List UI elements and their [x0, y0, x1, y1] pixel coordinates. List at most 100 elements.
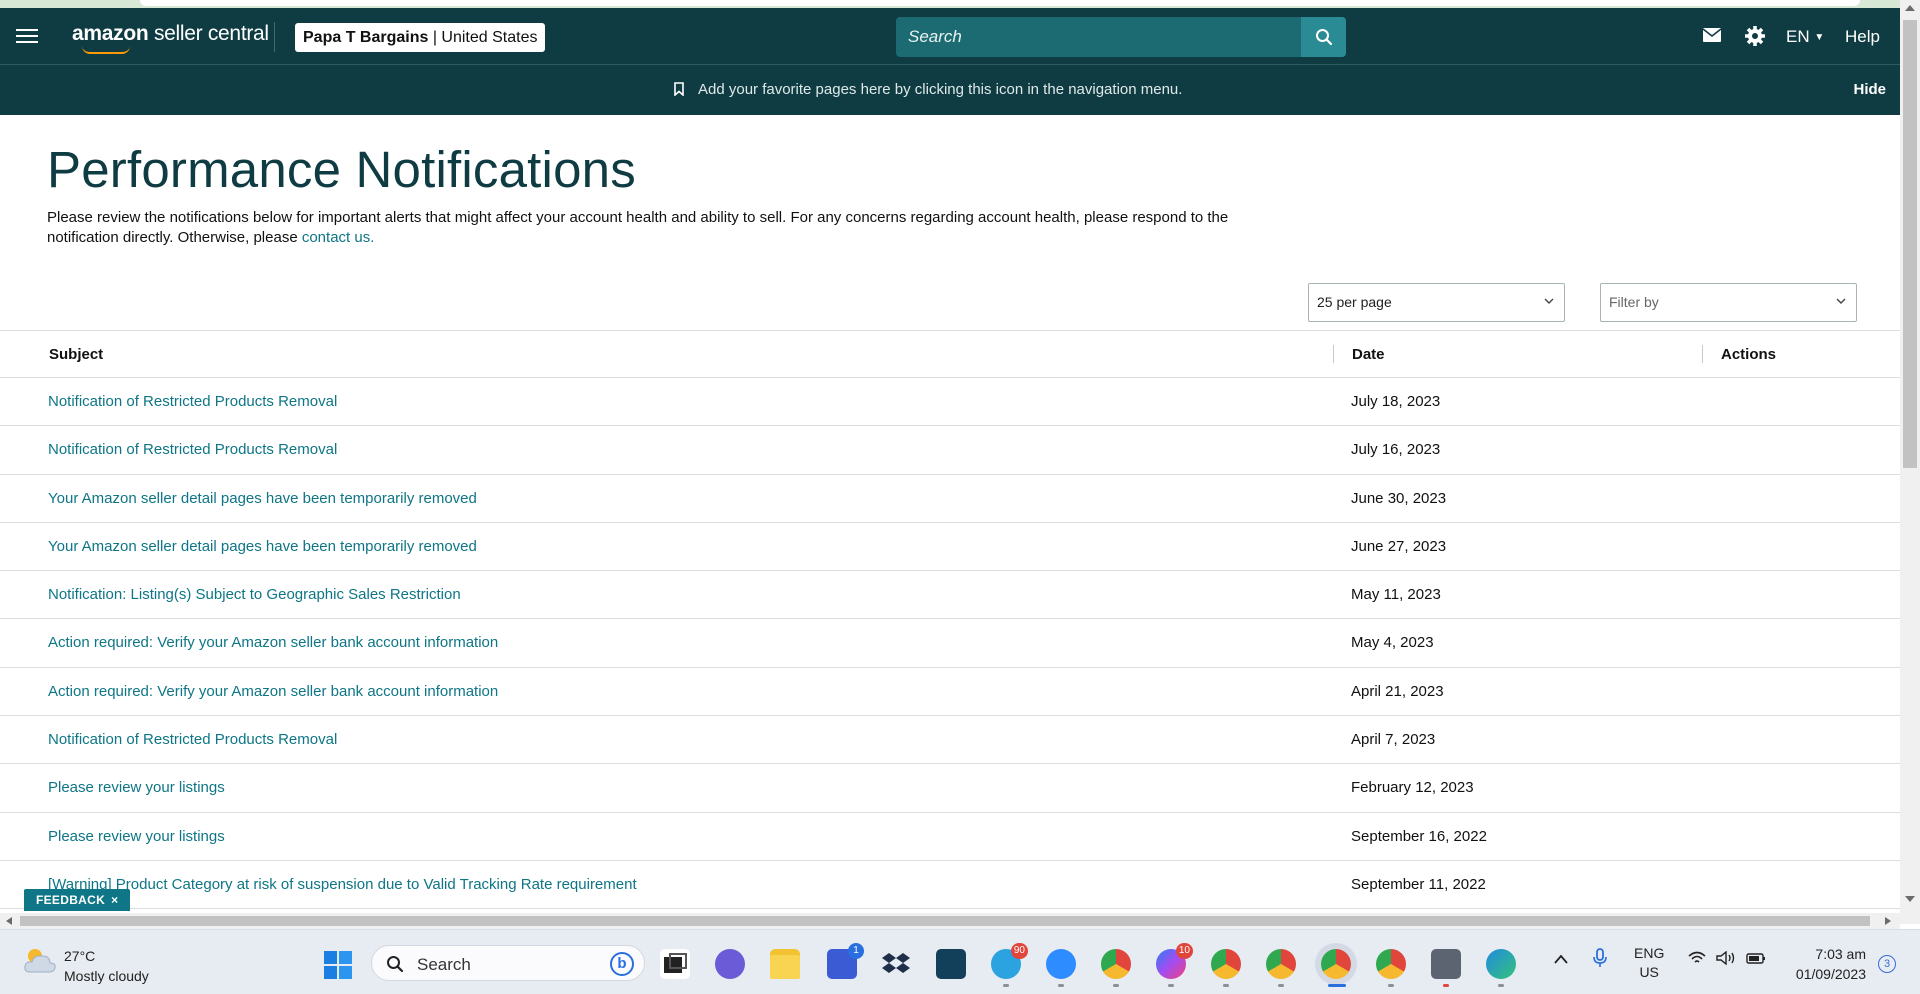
search-button[interactable]: [1301, 17, 1346, 57]
store-separator: |: [428, 29, 442, 46]
notification-subject-link[interactable]: Please review your listings: [48, 828, 225, 845]
volume-icon[interactable]: [1716, 950, 1736, 970]
input-language[interactable]: ENG US: [1634, 944, 1664, 982]
bookmark-icon: [674, 82, 684, 96]
vertical-scroll-thumb[interactable]: [1903, 20, 1917, 468]
logo-product: seller central: [153, 22, 269, 45]
notification-date: May 11, 2023: [1351, 586, 1441, 604]
menu-icon[interactable]: [16, 26, 38, 46]
column-divider: [1333, 345, 1334, 363]
filter-select[interactable]: Filter by: [1600, 283, 1857, 322]
microsoft-store-icon[interactable]: 1: [827, 943, 864, 979]
feedback-label: FEEDBACK: [36, 893, 106, 907]
page-title: Performance Notifications: [47, 141, 636, 198]
horizontal-scrollbar[interactable]: [0, 913, 1900, 929]
running-indicator: [1388, 984, 1394, 987]
microphone-icon[interactable]: [1593, 948, 1607, 973]
notification-date: September 16, 2022: [1351, 827, 1487, 845]
mail-icon[interactable]: [1702, 27, 1722, 47]
column-header-date[interactable]: Date: [1352, 346, 1385, 363]
teams-chat-icon[interactable]: [715, 949, 745, 979]
zoom-icon[interactable]: [1046, 949, 1076, 979]
notification-center-badge[interactable]: 3: [1878, 955, 1896, 973]
per-page-select[interactable]: 25 per page: [1308, 283, 1565, 322]
taskbar-search[interactable]: Search b: [371, 945, 645, 981]
lang-top: ENG: [1634, 945, 1665, 961]
notification-date: June 27, 2023: [1351, 537, 1447, 555]
scroll-left-arrow-icon[interactable]: [6, 917, 12, 925]
vertical-scrollbar[interactable]: [1900, 0, 1920, 924]
scroll-right-arrow-icon[interactable]: [1885, 917, 1891, 925]
settings-gear-icon[interactable]: [1744, 25, 1766, 46]
notification-date: April 21, 2023: [1351, 682, 1444, 700]
notification-subject-link[interactable]: Please review your listings: [48, 779, 225, 796]
notification-subject-link[interactable]: Your Amazon seller detail pages have bee…: [48, 490, 477, 507]
language-selector[interactable]: EN ▼: [1786, 27, 1824, 47]
chrome-active-icon[interactable]: [1321, 949, 1351, 979]
close-icon[interactable]: ×: [111, 893, 118, 907]
contact-us-link[interactable]: contact us.: [302, 229, 375, 246]
table-row: Notification of Restricted Products Remo…: [0, 378, 1900, 427]
notification-subject-link[interactable]: Notification of Restricted Products Remo…: [48, 731, 337, 748]
windows-start-icon[interactable]: [323, 950, 353, 980]
active-indicator: [1328, 984, 1346, 987]
table-row: Notification of Restricted Products Remo…: [0, 716, 1900, 765]
scroll-down-arrow-icon[interactable]: [1905, 896, 1915, 902]
system-clock[interactable]: 7:03 am 01/09/2023: [1782, 944, 1866, 984]
store-badge: 1: [848, 943, 864, 959]
weather-condition: Mostly cloudy: [64, 968, 149, 984]
search-icon: [387, 956, 404, 973]
running-indicator: [1278, 984, 1284, 987]
notification-date: June 30, 2023: [1351, 489, 1447, 507]
filter-placeholder: Filter by: [1609, 294, 1659, 310]
wifi-icon[interactable]: [1688, 951, 1706, 970]
file-explorer-icon[interactable]: [770, 949, 800, 979]
lang-bottom: US: [1639, 964, 1659, 980]
calculator-icon[interactable]: [1431, 949, 1461, 979]
telegram-icon[interactable]: 90: [991, 943, 1028, 979]
windows-taskbar: 27°C Mostly cloudy Search b 1 90 10 ENG US…: [0, 929, 1920, 994]
notification-subject-link[interactable]: Notification: Listing(s) Subject to Geog…: [48, 586, 461, 603]
clock-time: 7:03 am: [1815, 946, 1866, 962]
search-input[interactable]: [896, 17, 1301, 57]
table-row: [Warning] Product Category at risk of su…: [0, 861, 1900, 910]
notification-subject-link[interactable]: [Warning] Product Category at risk of su…: [48, 876, 637, 893]
dropbox-icon[interactable]: [881, 949, 911, 979]
notification-subject-link[interactable]: Notification of Restricted Products Remo…: [48, 441, 337, 458]
feedback-button[interactable]: FEEDBACK ×: [24, 889, 131, 911]
app-icon[interactable]: [936, 949, 966, 979]
notification-subject-link[interactable]: Action required: Verify your Amazon sell…: [48, 683, 498, 700]
per-page-value: 25 per page: [1317, 294, 1392, 310]
chevron-down-icon: ▼: [1814, 32, 1825, 43]
store-switcher[interactable]: Papa T Bargains | United States: [295, 23, 546, 52]
chrome-icon[interactable]: [1101, 949, 1131, 979]
chrome-profile-icon[interactable]: [1211, 949, 1241, 979]
column-header-actions: Actions: [1721, 346, 1777, 363]
table-row: Notification of Restricted Products Remo…: [0, 426, 1900, 475]
chevron-up-icon[interactable]: [1554, 950, 1568, 969]
chrome-profile-icon[interactable]: [1266, 949, 1296, 979]
help-link[interactable]: Help: [1845, 27, 1880, 47]
hide-banner-button[interactable]: Hide: [1853, 81, 1886, 98]
bing-icon[interactable]: b: [610, 952, 634, 976]
chrome-profile-icon[interactable]: [1376, 949, 1406, 979]
weather-widget[interactable]: 27°C Mostly cloudy: [64, 946, 149, 986]
notification-subject-link[interactable]: Your Amazon seller detail pages have bee…: [48, 538, 477, 555]
notification-date: April 7, 2023: [1351, 731, 1436, 749]
column-header-subject[interactable]: Subject: [49, 346, 103, 363]
notification-subject-link[interactable]: Notification of Restricted Products Remo…: [48, 393, 337, 410]
running-indicator: [1003, 984, 1009, 987]
horizontal-scroll-thumb[interactable]: [20, 916, 1870, 926]
battery-icon[interactable]: [1746, 951, 1766, 970]
running-indicator: [1498, 984, 1504, 987]
seller-central-logo[interactable]: amazon seller central: [72, 22, 269, 54]
favorites-banner: Add your favorite pages here by clicking…: [0, 64, 1900, 115]
messenger-icon[interactable]: 10: [1156, 943, 1193, 979]
taskbar-search-label: Search: [417, 955, 471, 974]
cloud-icon[interactable]: [22, 944, 58, 978]
task-view-icon[interactable]: [660, 949, 690, 979]
notification-subject-link[interactable]: Action required: Verify your Amazon sell…: [48, 634, 498, 651]
scroll-up-arrow-icon[interactable]: [1905, 5, 1915, 11]
weather-temperature: 27°C: [64, 948, 96, 964]
edge-icon[interactable]: [1486, 949, 1516, 979]
